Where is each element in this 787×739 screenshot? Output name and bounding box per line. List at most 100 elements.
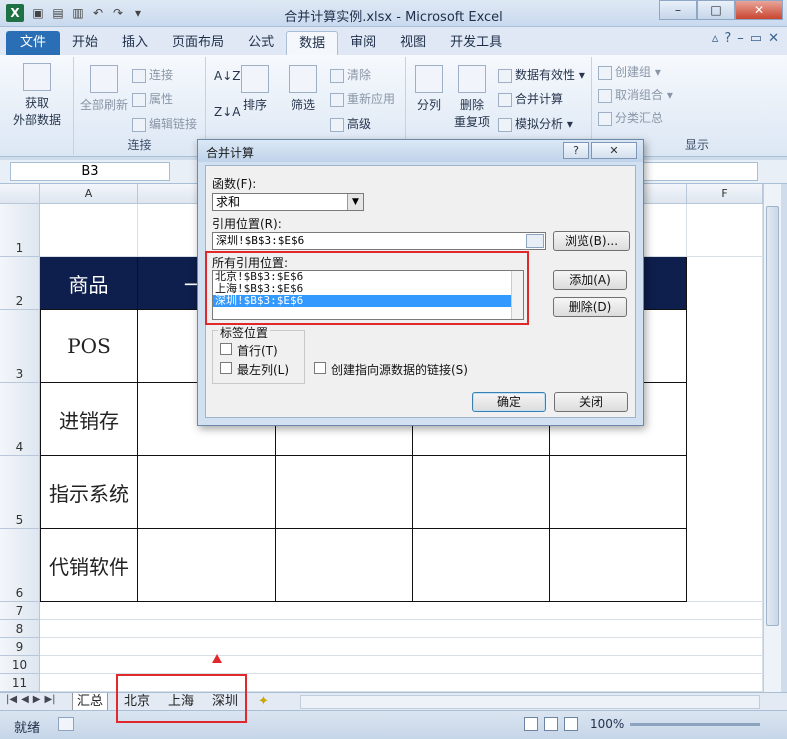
table-cell[interactable] — [138, 529, 276, 602]
next-sheet-icon[interactable]: ▶ — [33, 694, 41, 705]
dialog-titlebar[interactable]: 合并计算 ? ✕ — [198, 140, 643, 162]
sheet-tab-summary[interactable]: 汇总 — [72, 693, 109, 711]
tab-formulas[interactable]: 公式 — [236, 31, 286, 55]
row-header-6[interactable]: 6 — [0, 529, 40, 602]
reference-input[interactable]: 深圳!$B$3:$E$6 — [212, 232, 546, 250]
properties-button[interactable]: 属性 — [132, 90, 173, 107]
cell-row8[interactable] — [40, 620, 763, 638]
page-layout-view-icon[interactable] — [544, 717, 558, 731]
cell-f1[interactable] — [687, 204, 763, 257]
table-cell[interactable] — [276, 529, 413, 602]
minimize-button[interactable]: – — [659, 0, 697, 20]
select-all-corner[interactable] — [0, 184, 40, 204]
tab-insert[interactable]: 插入 — [110, 31, 160, 55]
maximize-button[interactable]: □ — [697, 0, 735, 20]
row-header-7[interactable]: 7 — [0, 602, 40, 620]
range-picker-icon[interactable] — [526, 234, 544, 248]
collapse-ribbon-icon[interactable]: ▵ — [712, 31, 719, 46]
tab-review[interactable]: 审阅 — [338, 31, 388, 55]
table-row-label-1[interactable]: POS — [40, 310, 138, 383]
vertical-scrollbar[interactable] — [763, 184, 781, 692]
tab-home[interactable]: 开始 — [60, 31, 110, 55]
table-cell[interactable] — [138, 456, 276, 529]
tab-page-layout[interactable]: 页面布局 — [160, 31, 236, 55]
table-cell[interactable] — [276, 456, 413, 529]
table-header-item[interactable]: 商品 — [40, 257, 138, 310]
row-header-3[interactable]: 3 — [0, 310, 40, 383]
consolidate-button[interactable]: 合并计算 — [498, 90, 563, 107]
row-header-4[interactable]: 4 — [0, 383, 40, 456]
row-header-11[interactable]: 11 — [0, 674, 40, 692]
tab-file[interactable]: 文件 — [6, 31, 61, 55]
clear-button[interactable]: 清除 — [330, 66, 371, 83]
zoom-level[interactable]: 100% — [590, 717, 624, 731]
sort-az-icon[interactable]: A↓Z — [214, 69, 240, 83]
refresh-all-button[interactable]: 全部刷新 — [78, 65, 130, 113]
table-cell[interactable] — [413, 529, 550, 602]
row-header-2[interactable]: 2 — [0, 257, 40, 310]
row-header-5[interactable]: 5 — [0, 456, 40, 529]
left-column-checkbox[interactable] — [220, 362, 232, 374]
advanced-button[interactable]: 高级 — [330, 115, 371, 132]
vertical-scroll-thumb[interactable] — [766, 206, 779, 626]
row-header-10[interactable]: 10 — [0, 656, 40, 674]
function-select[interactable]: 求和 ▼ — [212, 193, 364, 211]
formula-input[interactable] — [640, 162, 758, 181]
chevron-down-icon[interactable]: ▼ — [347, 194, 363, 210]
dialog-close-button[interactable]: ✕ — [591, 142, 637, 159]
zoom-slider[interactable] — [630, 723, 760, 726]
tab-view[interactable]: 视图 — [388, 31, 438, 55]
row-header-9[interactable]: 9 — [0, 638, 40, 656]
sort-button[interactable]: 排序 — [240, 65, 270, 113]
cell-a1[interactable] — [40, 204, 138, 257]
cell-row7[interactable] — [40, 602, 763, 620]
cell-row10[interactable] — [40, 656, 763, 674]
prev-sheet-icon[interactable]: ◀ — [21, 694, 29, 705]
subtotal-button[interactable]: 分类汇总 — [598, 109, 663, 126]
create-links-checkbox[interactable] — [314, 362, 326, 374]
data-validation-button[interactable]: 数据有效性 ▾ — [498, 66, 585, 83]
table-row-label-3[interactable]: 指示系统 — [40, 456, 138, 529]
tab-developer[interactable]: 开发工具 — [438, 31, 514, 55]
group-button[interactable]: 创建组 ▾ — [598, 63, 661, 80]
doc-minimize-icon[interactable]: – — [737, 31, 744, 46]
what-if-button[interactable]: 模拟分析 ▾ — [498, 115, 573, 132]
doc-close-icon[interactable]: ✕ — [768, 31, 779, 46]
filter-button[interactable]: 筛选 — [288, 65, 318, 113]
normal-view-icon[interactable] — [524, 717, 538, 731]
connections-button[interactable]: 连接 — [132, 66, 173, 83]
column-header-f[interactable]: F — [687, 184, 763, 204]
horizontal-scrollbar[interactable] — [300, 695, 760, 709]
tab-data[interactable]: 数据 — [286, 31, 339, 55]
column-header-a[interactable]: A — [40, 184, 138, 204]
top-row-checkbox[interactable] — [220, 343, 232, 355]
table-row-label-2[interactable]: 进销存 — [40, 383, 138, 456]
table-cell[interactable] — [550, 529, 687, 602]
edit-links-button[interactable]: 编辑链接 — [132, 115, 197, 132]
sort-za-icon[interactable]: Z↓A — [214, 105, 240, 119]
cell-row9[interactable] — [40, 638, 763, 656]
remove-duplicates-button[interactable]: 删除 重复项 — [452, 65, 492, 130]
doc-restore-icon[interactable]: ▭ — [750, 31, 762, 46]
macro-record-icon[interactable] — [58, 717, 74, 731]
page-break-view-icon[interactable] — [564, 717, 578, 731]
dialog-help-button[interactable]: ? — [563, 142, 589, 159]
delete-button[interactable]: 删除(D) — [553, 297, 627, 317]
table-cell[interactable] — [550, 456, 687, 529]
reapply-button[interactable]: 重新应用 — [330, 90, 395, 107]
table-cell[interactable] — [413, 456, 550, 529]
add-button[interactable]: 添加(A) — [553, 270, 627, 290]
new-sheet-icon[interactable]: ✦ — [254, 693, 273, 711]
table-row-label-4[interactable]: 代销软件 — [40, 529, 138, 602]
close-dialog-button[interactable]: 关闭 — [554, 392, 628, 412]
first-sheet-icon[interactable]: |◀ — [6, 694, 17, 705]
name-box[interactable]: B3 — [10, 162, 170, 181]
ungroup-button[interactable]: 取消组合 ▾ — [598, 86, 673, 103]
row-header-1[interactable]: 1 — [0, 204, 40, 257]
ok-button[interactable]: 确定 — [472, 392, 546, 412]
row-header-8[interactable]: 8 — [0, 620, 40, 638]
browse-button[interactable]: 浏览(B)... — [553, 231, 630, 251]
close-window-button[interactable]: ✕ — [735, 0, 783, 20]
get-external-data-button[interactable]: 获取 外部数据 — [10, 63, 64, 128]
last-sheet-icon[interactable]: ▶| — [44, 694, 55, 705]
